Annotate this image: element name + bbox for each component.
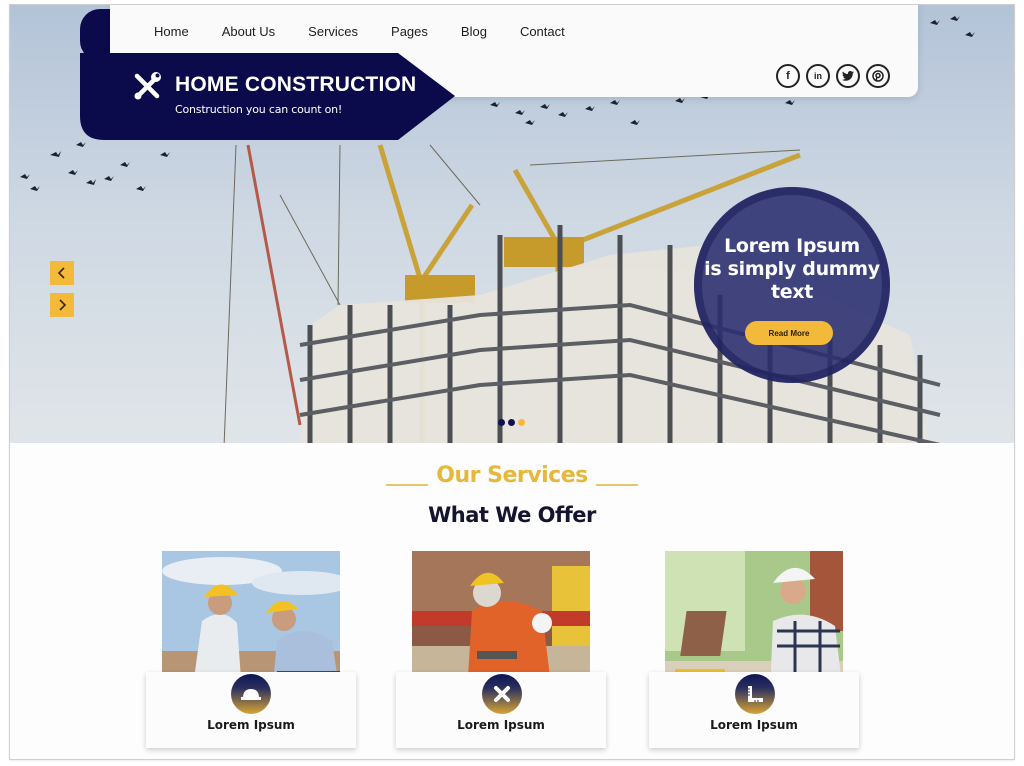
slide-dot-1[interactable] xyxy=(498,419,505,426)
tools-cross-icon xyxy=(134,72,161,100)
service-card-1-label: Lorem Ipsum xyxy=(207,718,295,732)
chevron-left-icon xyxy=(57,267,65,279)
eyebrow-line-left xyxy=(386,483,429,486)
slide-dot-3[interactable] xyxy=(518,419,525,426)
slider-pagination xyxy=(498,419,525,426)
services-eyebrow-row: Our Services xyxy=(10,463,1014,491)
hero-callout-text: Lorem Ipsum is simply dummy text xyxy=(704,235,880,303)
pinterest-icon[interactable] xyxy=(866,64,890,88)
facebook-icon[interactable]: f xyxy=(776,64,800,88)
chevron-right-icon xyxy=(59,299,67,311)
nav-item-contact[interactable]: Contact xyxy=(520,24,565,39)
social-links: f in xyxy=(776,64,890,88)
services-title: What We Offer xyxy=(428,503,596,527)
service-card-2[interactable]: Lorem Ipsum xyxy=(396,672,606,748)
eyebrow-line-right xyxy=(595,483,638,486)
brand-banner: HOME CONSTRUCTION Construction you can c… xyxy=(80,53,455,140)
nav-item-about-us[interactable]: About Us xyxy=(222,24,275,39)
brand-tagline: Construction you can count on! xyxy=(175,103,343,116)
linkedin-icon[interactable]: in xyxy=(806,64,830,88)
nav-item-services[interactable]: Services xyxy=(308,24,358,39)
slider-prev-button[interactable] xyxy=(50,261,74,285)
main-nav: Home About Us Services Pages Blog Contac… xyxy=(154,24,598,39)
hero-slider: Home About Us Services Pages Blog Contac… xyxy=(10,5,1014,447)
service-card-1[interactable]: Lorem Ipsum xyxy=(146,672,356,748)
twitter-icon[interactable] xyxy=(836,64,860,88)
read-more-button[interactable]: Read More xyxy=(745,321,833,345)
nav-item-pages[interactable]: Pages xyxy=(391,24,428,39)
ruler-pencil-cross-icon xyxy=(482,674,522,714)
page-frame: Home About Us Services Pages Blog Contac… xyxy=(9,4,1015,760)
nav-item-blog[interactable]: Blog xyxy=(461,24,487,39)
hero-callout: Lorem Ipsum is simply dummy text Read More xyxy=(694,187,890,383)
service-card-2-label: Lorem Ipsum xyxy=(457,718,545,732)
slide-dot-2[interactable] xyxy=(508,419,515,426)
hard-hat-icon xyxy=(231,674,271,714)
nav-item-home[interactable]: Home xyxy=(154,24,189,39)
brand-title[interactable]: HOME CONSTRUCTION xyxy=(175,73,416,97)
set-square-ruler-icon xyxy=(735,674,775,714)
services-eyebrow: Our Services xyxy=(436,463,588,488)
service-card-3[interactable]: Lorem Ipsum xyxy=(649,672,859,748)
service-card-3-label: Lorem Ipsum xyxy=(710,718,798,732)
slider-next-button[interactable] xyxy=(50,293,74,317)
